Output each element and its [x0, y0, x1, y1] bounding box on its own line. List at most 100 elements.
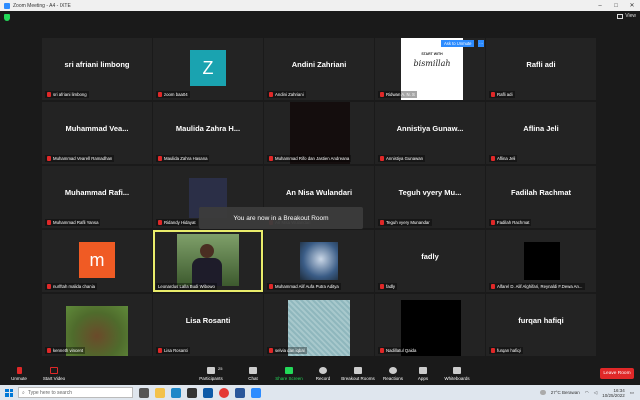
participant-display-name: Rafli adi [526, 59, 556, 69]
participant-name-tag: sri afriani limbong [45, 91, 89, 98]
participant-name-tag: Muhammad Alif Aufa Putra Aditya [267, 283, 341, 290]
muted-mic-icon [158, 92, 162, 97]
volume-icon[interactable]: ◁ [594, 390, 597, 396]
breakout-room-notification: You are now in a Breakout Room [199, 207, 363, 229]
participant-tile[interactable]: sri afriani limbong sri afriani limbong [42, 38, 152, 100]
participant-tile[interactable]: kenneth vincent [42, 294, 152, 356]
share-screen-button[interactable]: Share Screen [274, 363, 304, 385]
edge-icon[interactable] [171, 387, 181, 398]
more-options-button[interactable]: ··· [478, 40, 485, 47]
muted-mic-icon [491, 220, 495, 225]
participant-name-tag: Muhammad Rifo dan Jastien Andreana [267, 155, 352, 162]
participant-tile[interactable]: furqan hafiqi furqan hafiqi [486, 294, 596, 356]
file-explorer-icon[interactable] [155, 387, 165, 398]
participant-name-tag: selvia dan iqbal [267, 347, 307, 354]
apps-button[interactable]: Apps [414, 363, 432, 385]
wifi-icon[interactable]: ◠ [585, 390, 589, 396]
participant-tile[interactable]: Nadillatul Qaida [375, 294, 485, 356]
window-titlebar: Zoom Meeting - A4 - IXTE – □ ✕ [0, 0, 640, 11]
record-button[interactable]: Record [312, 363, 334, 385]
apps-icon [419, 367, 427, 374]
participant-tile[interactable]: START WITH bismillah Ask to Unmute ··· R… [375, 38, 485, 100]
participant-tile[interactable]: Rafli adi Rafli adi [486, 38, 596, 100]
participant-tile[interactable]: Muhammad Vea... Muhammad Vearell Ramadha… [42, 102, 152, 164]
participant-name-tag: Annistiya Gunawan [378, 155, 426, 162]
taskbar-clock[interactable]: 16:34 10/25/2022 [602, 388, 625, 398]
mail-icon[interactable] [203, 387, 213, 398]
close-button[interactable]: ✕ [624, 2, 640, 9]
participants-button[interactable]: Participants 25 [196, 363, 226, 385]
avatar: m [79, 242, 115, 278]
participant-tile[interactable]: fadly fadly [375, 230, 485, 292]
participant-tile[interactable]: Maulida Zahra H... Maulida Zahra Hasana [153, 102, 263, 164]
participant-tile[interactable]: Muhammad Alif Aufa Putra Aditya [264, 230, 374, 292]
participant-display-name: Teguh vyery Mu... [398, 187, 462, 197]
participant-tile[interactable]: Aflina Jeli Aflina Jeli [486, 102, 596, 164]
participant-display-name: sri afriani limbong [64, 59, 130, 69]
participant-tile[interactable]: Muhammad Rafi... Muhammad Rafli Yansa [42, 166, 152, 228]
participant-tile[interactable]: Alfarel D. Alif Alghifari, Reynaldi F.De… [486, 230, 596, 292]
participant-display-name: Muhammad Rafi... [64, 187, 130, 197]
muted-mic-icon [47, 348, 51, 353]
notifications-icon[interactable]: ▭ [630, 390, 634, 396]
weather-icon [539, 390, 546, 395]
task-view-icon[interactable] [139, 387, 149, 398]
participant-display-name: Muhammad Vea... [65, 123, 129, 133]
muted-mic-icon [269, 92, 273, 97]
participant-tile[interactable]: Z zoom baa04 [153, 38, 263, 100]
leave-room-button[interactable]: Leave Room [600, 368, 634, 379]
windows-start-icon[interactable] [5, 388, 13, 397]
ask-to-unmute-button[interactable]: Ask to Unmute [441, 40, 475, 47]
muted-mic-icon [269, 284, 273, 289]
whiteboards-button[interactable]: Whiteboards [442, 363, 472, 385]
word-icon[interactable] [235, 387, 245, 398]
start-video-button[interactable]: Start Video [40, 363, 68, 385]
unmute-button[interactable]: Unmute [8, 363, 30, 385]
muted-mic-icon [380, 284, 384, 289]
maximize-button[interactable]: □ [608, 3, 624, 9]
participant-video [177, 234, 239, 286]
muted-mic-icon [269, 348, 273, 353]
weather-text[interactable]: 27°C Berawan [551, 390, 580, 395]
muted-mic-icon [158, 156, 162, 161]
muted-mic-icon [380, 220, 384, 225]
participant-name-tag: Muhammad Rafli Yansa [45, 219, 101, 226]
minimize-button[interactable]: – [592, 3, 608, 9]
participant-name-tag: Nadillatul Qaida [378, 347, 419, 354]
participant-tile[interactable]: selvia dan iqbal [264, 294, 374, 356]
view-button[interactable]: View [617, 13, 636, 19]
participant-video [524, 242, 560, 280]
active-speaker-tile[interactable]: Leonardus Lalla Budi Wibowo [153, 230, 263, 292]
search-icon: ⌕ [22, 389, 25, 396]
breakout-rooms-button[interactable]: Breakout Rooms [340, 363, 376, 385]
participant-tile[interactable]: Andini Zahriani Andini Zahriani [264, 38, 374, 100]
participant-tile[interactable]: Muhammad Rifo dan Jastien Andreana [264, 102, 374, 164]
muted-mic-icon [491, 92, 495, 97]
window-title: Zoom Meeting - A4 - IXTE [13, 2, 71, 9]
muted-mic-icon [16, 367, 22, 374]
chrome-icon[interactable] [219, 387, 229, 398]
chat-button[interactable]: Chat [244, 363, 262, 385]
reactions-button[interactable]: Reactions [381, 363, 405, 385]
record-icon [319, 367, 327, 374]
muted-mic-icon [380, 156, 384, 161]
security-shield-icon[interactable] [4, 14, 10, 21]
taskbar-search-input[interactable]: ⌕ Type here to search [18, 387, 133, 398]
breakout-rooms-icon [354, 367, 362, 374]
participant-tile[interactable]: m nurlftah malida chania [42, 230, 152, 292]
participant-tile[interactable]: Fadilah Rachmat Fadilah Rachmat [486, 166, 596, 228]
muted-mic-icon [380, 348, 384, 353]
participant-name-tag: Teguh vyery Munandar [378, 219, 432, 226]
muted-mic-icon [491, 284, 495, 289]
participant-tile[interactable]: Teguh vyery Mu... Teguh vyery Munandar [375, 166, 485, 228]
participant-name-tag: fadly [378, 283, 398, 290]
participant-tile[interactable]: Annistiya Gunaw... Annistiya Gunawan [375, 102, 485, 164]
participant-tile[interactable]: Lisa Rosanti Lisa Rosanti [153, 294, 263, 356]
participant-name-tag: Alfarel D. Alif Alghifari, Reynaldi F.De… [489, 283, 585, 290]
zoom-taskbar-icon[interactable] [251, 387, 261, 398]
store-icon[interactable] [187, 387, 197, 398]
reactions-icon [389, 367, 397, 374]
meeting-toolbar: Unmute Start Video Participants 25 Chat … [0, 363, 640, 385]
participant-display-name: Lisa Rosanti [185, 315, 231, 325]
participant-name-tag: Ridwan A. N. S [378, 91, 417, 98]
